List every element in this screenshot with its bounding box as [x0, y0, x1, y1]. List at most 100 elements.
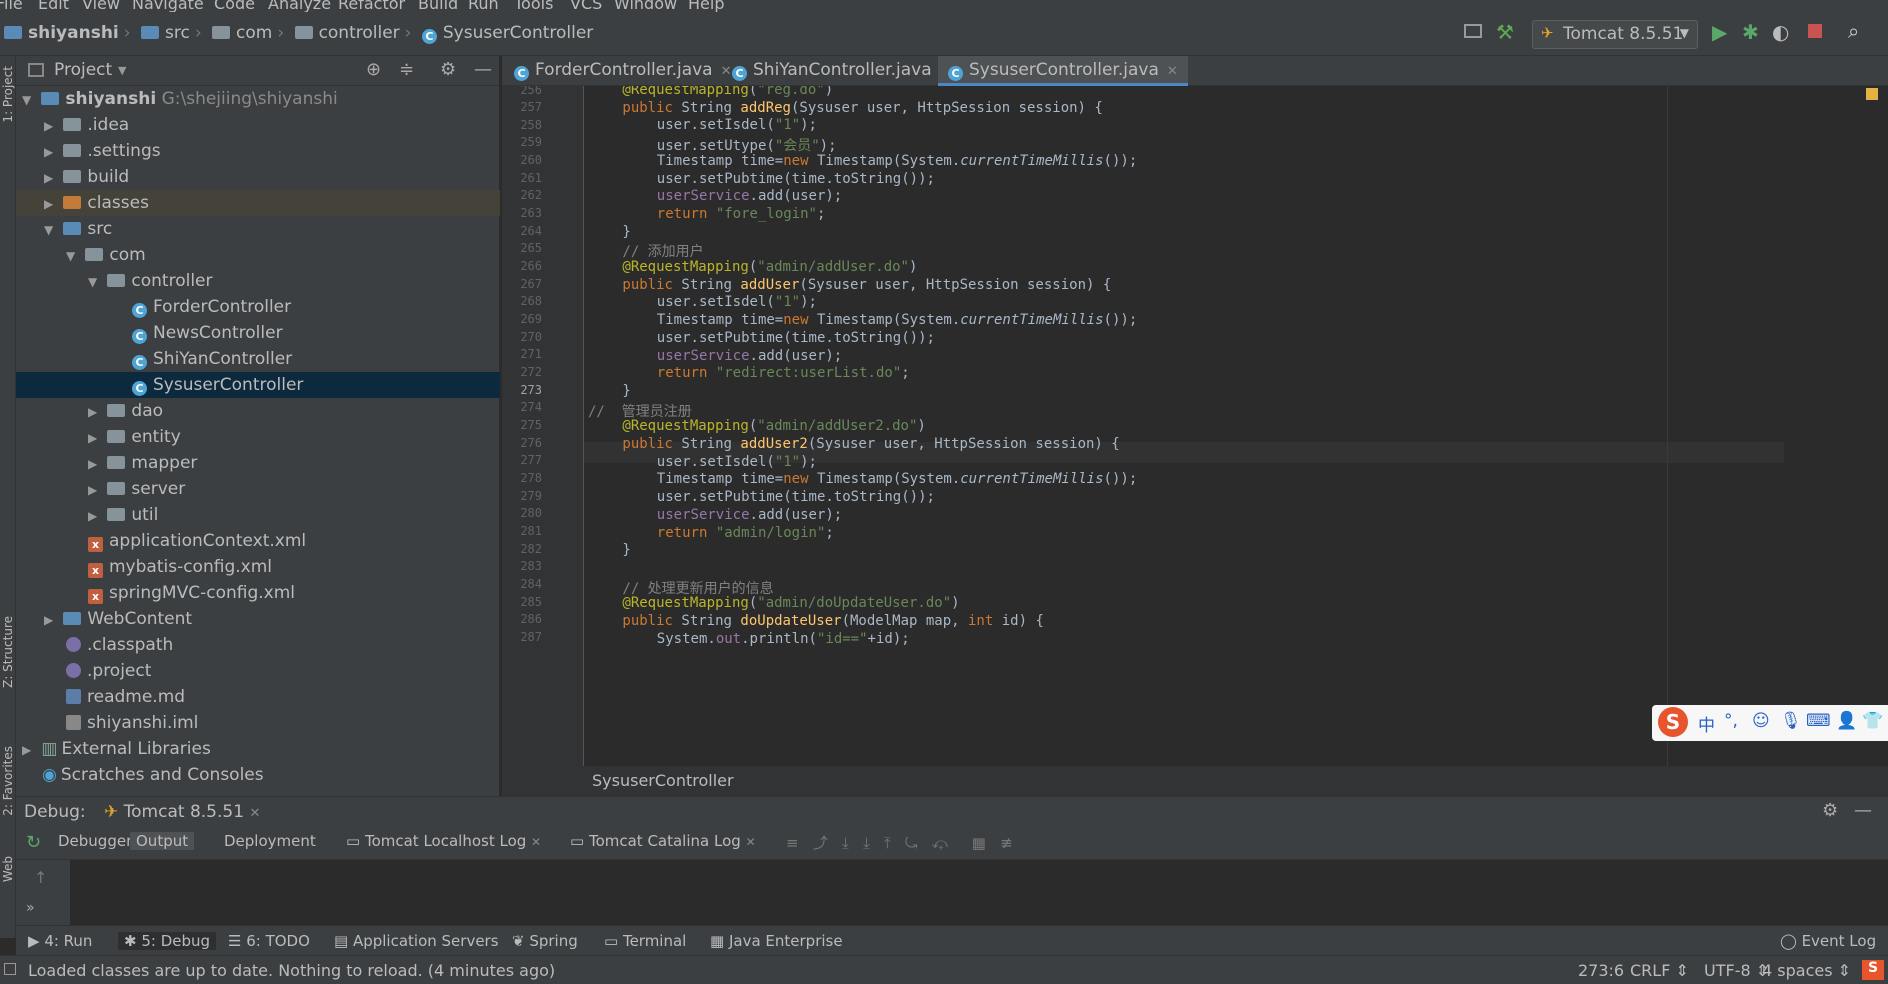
close-icon[interactable]: ✕ [1167, 64, 1178, 79]
tool-todo[interactable]: ☰ 6: TODO [228, 932, 310, 950]
tree-item[interactable]: ▶ dao [16, 398, 500, 424]
tool-run[interactable]: ▶ 4: Run [28, 932, 92, 950]
tree-item[interactable]: ▶ entity [16, 424, 500, 450]
emoji-icon[interactable]: ☺ [1752, 711, 1770, 731]
tree-item-selected[interactable]: C SysuserController [16, 372, 500, 398]
menu-build[interactable]: Build [418, 0, 458, 12]
menu-navigate[interactable]: Navigate [132, 0, 204, 12]
menu-window[interactable]: Window [614, 0, 677, 12]
minimize-icon[interactable]: — [1854, 800, 1872, 821]
caret-position[interactable]: 273:6 [1578, 961, 1624, 980]
tree-item[interactable]: x applicationContext.xml [16, 528, 500, 554]
favorites-tool-tab[interactable]: 2: Favorites [1, 746, 15, 816]
tab-tomcat-catalina-log[interactable]: ▭ Tomcat Catalina Log ✕ [570, 832, 756, 850]
project-tool-tab[interactable]: 1: Project [1, 66, 15, 123]
tree-item[interactable]: .project [16, 658, 500, 684]
menu-help[interactable]: Help [688, 0, 724, 12]
breadcrumb-project[interactable]: shiyanshi [28, 23, 119, 43]
breadcrumb-class[interactable]: SysuserController [443, 23, 593, 43]
tree-item[interactable]: ◉ Scratches and Consoles [16, 762, 500, 788]
tool-debug[interactable]: ✱ 5: Debug [118, 932, 217, 950]
menu-view[interactable]: View [82, 0, 120, 12]
menu-analyze[interactable]: Analyze [268, 0, 331, 12]
project-structure-icon[interactable] [1464, 24, 1482, 38]
editor-breadcrumb[interactable]: SysuserController [502, 766, 1888, 796]
menu-vcs[interactable]: VCS [570, 0, 602, 12]
tool-terminal[interactable]: ▭ Terminal [604, 932, 686, 950]
ime-punct-toggle[interactable]: °, [1724, 711, 1738, 731]
indent-select[interactable]: 4 spaces ⇕ [1762, 961, 1851, 980]
locate-icon[interactable]: ⊕ [366, 59, 381, 80]
tree-item[interactable]: ▶ WebContent [16, 606, 500, 632]
debug-output[interactable] [16, 860, 1888, 925]
tree-item[interactable]: ▶ util [16, 502, 500, 528]
menu-tools[interactable]: Tools [514, 0, 553, 12]
tab-shiyan-controller[interactable]: CShiYanController.java✕ [722, 56, 961, 86]
expand-icon[interactable]: » [26, 900, 35, 916]
close-icon[interactable]: ✕ [531, 835, 541, 849]
ime-toolbar[interactable]: S 中 °, ☺ 🎙 ⌨ 👤 👕 [1652, 705, 1888, 741]
tab-tomcat-localhost-log[interactable]: ▭ Tomcat Localhost Log ✕ [346, 832, 541, 850]
menu-code[interactable]: Code [214, 0, 255, 12]
tool-event-log[interactable]: ◯ Event Log [1780, 932, 1876, 950]
tab-debugger[interactable]: Debugger [58, 832, 132, 850]
run-icon[interactable]: ▶ [1712, 20, 1727, 44]
rerun-icon[interactable]: ↻ [26, 832, 41, 853]
tree-item[interactable]: ▶ classes [16, 190, 500, 216]
scroll-up-icon[interactable]: ↑ [34, 868, 47, 887]
tree-item[interactable]: x mybatis-config.xml [16, 554, 500, 580]
tree-item[interactable]: ▶ build [16, 164, 500, 190]
breadcrumb-src[interactable]: src [165, 23, 190, 43]
line-separator-select[interactable]: CRLF ⇕ [1630, 961, 1689, 980]
tree-item[interactable]: ▼ com [16, 242, 500, 268]
collapse-all-icon[interactable]: ≑ [399, 59, 414, 80]
web-tool-tab[interactable]: Web [1, 856, 15, 882]
debug-session-tab[interactable]: ✈ Tomcat 8.5.51 ✕ [104, 802, 260, 822]
gear-icon[interactable]: ⚙ [440, 59, 456, 80]
project-view-title[interactable]: Project [54, 60, 112, 80]
ime-lang-toggle[interactable]: 中 [1698, 711, 1715, 736]
sogou-tray-icon[interactable]: S [1862, 960, 1884, 980]
build-hammer-icon[interactable]: ⚒ [1496, 20, 1514, 44]
tree-item[interactable]: ▶ mapper [16, 450, 500, 476]
menu-run[interactable]: Run [468, 0, 499, 12]
menu-refactor[interactable]: Refactor [338, 0, 405, 12]
breadcrumb-controller[interactable]: controller [319, 23, 400, 43]
user-icon[interactable]: 👤 [1836, 711, 1857, 731]
menu-edit[interactable]: Edit [38, 0, 69, 12]
tree-root[interactable]: ▼ shiyanshi G:\shejiing\shiyanshi [16, 86, 500, 112]
tab-output[interactable]: Output [130, 832, 195, 850]
tree-item[interactable]: C ForderController [16, 294, 500, 320]
tool-spring[interactable]: ❦ Spring [512, 932, 578, 950]
tree-item[interactable]: shiyanshi.iml [16, 710, 500, 736]
debug-action-icons[interactable]: ≡ ⤴ ⤓ ⤓ ⤒ ⤿ ⤽ ▦ ≢ [786, 832, 1013, 853]
run-config-select[interactable]: ✈ Tomcat 8.5.51 ▼ [1532, 20, 1698, 49]
tool-java-enterprise[interactable]: ▦ Java Enterprise [710, 932, 843, 950]
tree-item[interactable]: ▶ ▥ External Libraries [16, 736, 500, 762]
stop-icon[interactable] [1808, 24, 1822, 38]
keyboard-icon[interactable]: ⌨ [1806, 711, 1831, 731]
tab-forder-controller[interactable]: C ForderController.java ✕ [504, 56, 742, 86]
tree-item[interactable]: C NewsController [16, 320, 500, 346]
tree-item[interactable]: ▶ server [16, 476, 500, 502]
status-toggle-icon[interactable] [4, 963, 16, 975]
tree-item[interactable]: .classpath [16, 632, 500, 658]
tree-item[interactable]: ▶ .idea [16, 112, 500, 138]
tab-sysuser-controller[interactable]: C SysuserController.java ✕ [938, 56, 1188, 86]
minimize-icon[interactable]: — [474, 59, 492, 80]
menu-file[interactable]: File [0, 0, 23, 12]
coverage-icon[interactable]: ◐ [1772, 20, 1789, 44]
error-stripe[interactable] [1862, 86, 1888, 766]
debug-bug-icon[interactable]: ✱ [1742, 20, 1759, 44]
close-icon[interactable]: ✕ [746, 835, 756, 849]
tree-item[interactable]: ▼ controller [16, 268, 500, 294]
tree-item[interactable]: x springMVC-config.xml [16, 580, 500, 606]
tab-deployment[interactable]: Deployment [224, 832, 316, 850]
encoding-select[interactable]: UTF-8 ⇕ [1704, 961, 1769, 980]
search-icon[interactable]: ⌕ [1848, 19, 1859, 43]
gear-icon[interactable]: ⚙ [1822, 800, 1838, 821]
tree-item[interactable]: C ShiYanController [16, 346, 500, 372]
tree-item[interactable]: ▶ .settings [16, 138, 500, 164]
skin-shirt-icon[interactable]: 👕 [1862, 711, 1883, 731]
structure-tool-tab[interactable]: Z: Structure [1, 616, 15, 688]
